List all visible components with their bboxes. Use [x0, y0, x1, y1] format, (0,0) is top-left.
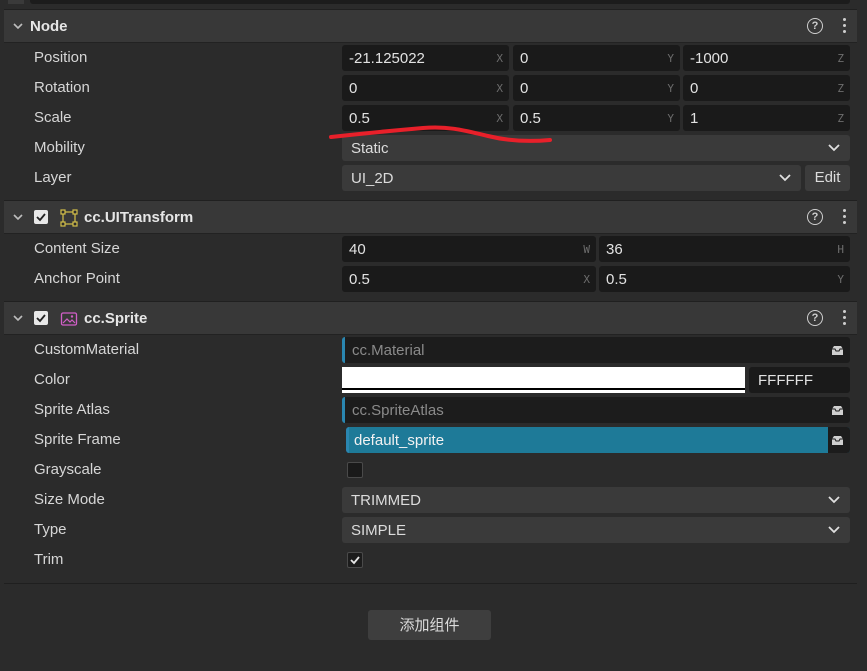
asset-tray-icon[interactable]: [831, 435, 844, 446]
asset-tray-icon[interactable]: [831, 345, 844, 356]
chevron-down-icon: [779, 174, 791, 182]
chevron-down-icon: [828, 496, 840, 504]
position-y-input[interactable]: 0Y: [513, 45, 680, 71]
layer-edit-button[interactable]: Edit: [805, 165, 850, 191]
chevron-down-icon: [828, 144, 840, 152]
row-anchor-point: Anchor Point 0.5 X 0.5 Y: [4, 264, 857, 294]
help-icon[interactable]: ?: [807, 310, 823, 326]
row-custom-material: CustomMaterial cc.Material: [4, 335, 857, 365]
color-hex-input[interactable]: FFFFFF: [749, 367, 850, 393]
asset-tray-icon[interactable]: [831, 405, 844, 416]
layer-dropdown[interactable]: UI_2D: [342, 165, 801, 191]
sprite-atlas-asset-field[interactable]: cc.SpriteAtlas: [342, 397, 850, 423]
uitransform-enabled-checkbox[interactable]: [34, 210, 48, 224]
annotation-underline: [329, 125, 552, 143]
row-layer: Layer UI_2D Edit: [4, 163, 857, 193]
grayscale-label: Grayscale: [34, 461, 102, 478]
section-divider: [4, 583, 857, 584]
custom-material-asset-field[interactable]: cc.Material: [342, 337, 850, 363]
top-strip-bar: [30, 0, 850, 4]
section-title-node: Node: [30, 18, 68, 35]
scale-z-input[interactable]: 1Z: [683, 105, 850, 131]
layer-label: Layer: [34, 169, 72, 186]
content-size-height-input[interactable]: 36 H: [599, 236, 850, 262]
position-z-input[interactable]: -1000 Z: [683, 45, 850, 71]
top-strip-handle: [8, 0, 24, 4]
row-color: Color FFFFFF: [4, 365, 857, 395]
uitransform-icon: [60, 209, 78, 227]
row-grayscale: Grayscale: [4, 455, 857, 485]
size-mode-dropdown[interactable]: TRIMMED: [342, 487, 850, 513]
content-size-label: Content Size: [34, 240, 120, 257]
help-icon[interactable]: ?: [807, 18, 823, 34]
more-options-icon[interactable]: [841, 308, 847, 326]
more-options-icon[interactable]: [841, 16, 847, 34]
color-label: Color: [34, 371, 70, 388]
anchor-y-input[interactable]: 0.5 Y: [599, 266, 850, 292]
row-type: Type SIMPLE: [4, 515, 857, 545]
anchor-x-input[interactable]: 0.5 X: [342, 266, 596, 292]
section-header-uitransform[interactable]: cc.UITransform ?: [4, 200, 857, 234]
type-label: Type: [34, 521, 67, 538]
sprite-image-icon: [60, 312, 78, 326]
sprite-frame-label: Sprite Frame: [34, 431, 121, 448]
type-dropdown[interactable]: SIMPLE: [342, 517, 850, 543]
grayscale-checkbox[interactable]: [347, 462, 363, 478]
position-label: Position: [34, 49, 88, 66]
color-swatch[interactable]: [342, 367, 745, 393]
chevron-down-icon: [828, 526, 840, 534]
more-options-icon[interactable]: [841, 207, 847, 225]
rotation-x-input[interactable]: 0X: [342, 75, 509, 101]
help-icon[interactable]: ?: [807, 209, 823, 225]
section-title-sprite: cc.Sprite: [84, 310, 148, 327]
row-size-mode: Size Mode TRIMMED: [4, 485, 857, 515]
rotation-y-input[interactable]: 0Y: [513, 75, 680, 101]
collapse-arrow-icon[interactable]: [12, 312, 24, 324]
sprite-frame-asset-field[interactable]: default_sprite: [346, 427, 850, 453]
anchor-point-label: Anchor Point: [34, 270, 120, 287]
sprite-enabled-checkbox[interactable]: [34, 311, 48, 325]
row-content-size: Content Size 40 W 36 H: [4, 234, 857, 264]
size-mode-label: Size Mode: [34, 491, 105, 508]
row-position: Position -21.125022 X 0Y -1000 Z: [4, 43, 857, 73]
add-component-button[interactable]: 添加组件: [368, 610, 491, 640]
section-header-sprite[interactable]: cc.Sprite ?: [4, 301, 857, 335]
rotation-label: Rotation: [34, 79, 90, 96]
section-header-node[interactable]: Node ?: [4, 9, 857, 43]
row-sprite-frame: Sprite Frame default_sprite: [4, 425, 857, 455]
scrollbar[interactable]: [859, 0, 867, 671]
row-trim: Trim: [4, 545, 857, 575]
row-sprite-atlas: Sprite Atlas cc.SpriteAtlas: [4, 395, 857, 425]
trim-label: Trim: [34, 551, 64, 568]
top-strip: [0, 0, 867, 7]
collapse-arrow-icon[interactable]: [12, 211, 24, 223]
trim-checkbox[interactable]: [347, 552, 363, 568]
collapse-arrow-icon[interactable]: [12, 20, 24, 32]
mobility-label: Mobility: [34, 139, 85, 156]
content-size-width-input[interactable]: 40 W: [342, 236, 596, 262]
sprite-atlas-label: Sprite Atlas: [34, 401, 110, 418]
custom-material-label: CustomMaterial: [34, 341, 140, 358]
row-rotation: Rotation 0X 0Y 0Z: [4, 73, 857, 103]
position-x-input[interactable]: -21.125022 X: [342, 45, 509, 71]
scale-label: Scale: [34, 109, 72, 126]
section-title-uitransform: cc.UITransform: [84, 209, 194, 226]
rotation-z-input[interactable]: 0Z: [683, 75, 850, 101]
